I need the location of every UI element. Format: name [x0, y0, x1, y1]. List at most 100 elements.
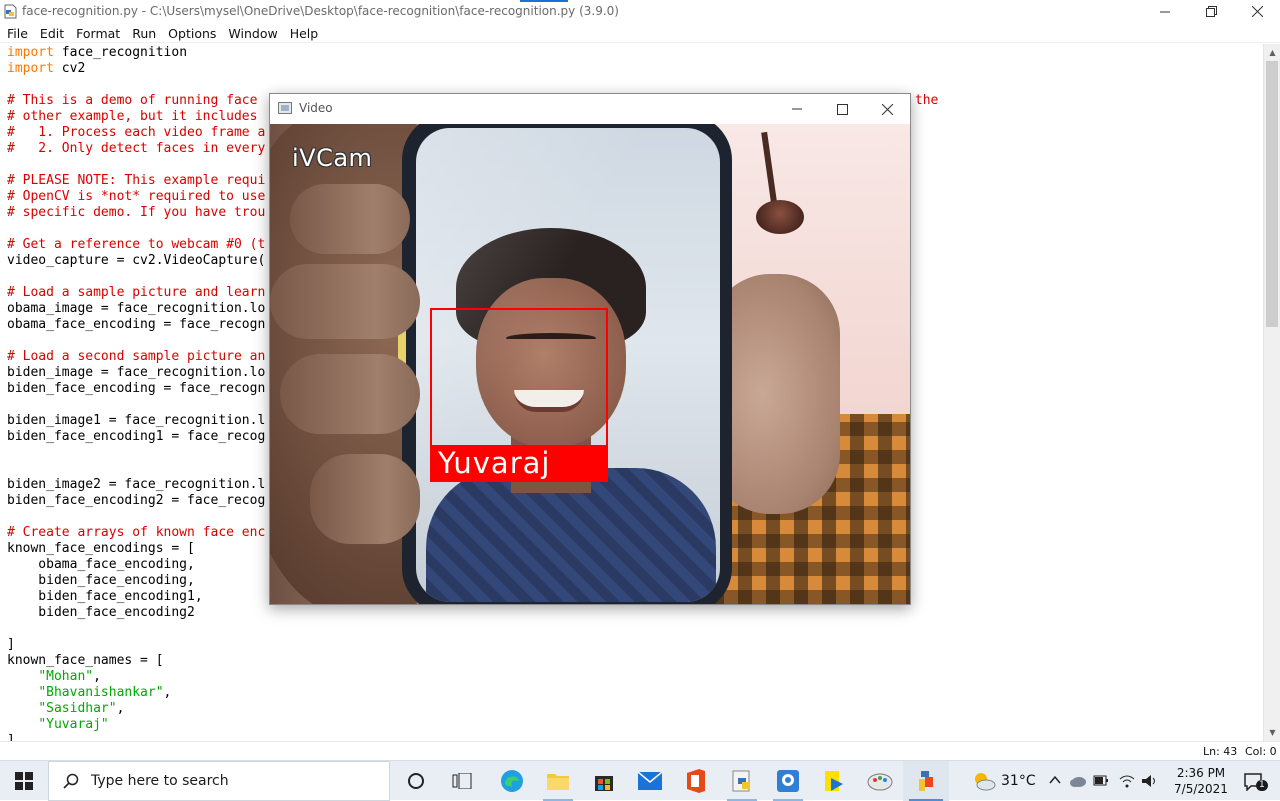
code-line: known_face_names = [ — [7, 653, 938, 669]
code-token: biden_image = face_recognition.lo — [7, 365, 266, 380]
folder-icon — [547, 774, 569, 790]
code-token: known_face_names = [ — [7, 653, 164, 668]
face-name-text: Yuvaraj — [438, 446, 551, 480]
close-icon — [1251, 6, 1263, 17]
vertical-scrollbar[interactable]: ▲ ▼ — [1263, 44, 1280, 741]
face-name-label: Yuvaraj — [430, 445, 608, 482]
code-line: biden_face_encoding2 — [7, 605, 938, 621]
code-comment: # PLEASE NOTE: This example requi — [7, 173, 266, 188]
sticky-notes-taskbar-app[interactable] — [811, 761, 857, 801]
onedrive-cloud-icon[interactable] — [1069, 773, 1087, 789]
volume-icon[interactable] — [1141, 773, 1159, 789]
video-title-bar[interactable]: Video — [270, 94, 910, 124]
clock-time: 2:36 PM — [1176, 766, 1226, 780]
ceiling-fan — [756, 200, 804, 234]
code-line: "Bhavanishankar", — [7, 685, 938, 701]
code-comment: # Create arrays of known face enc — [7, 525, 266, 540]
code-comment: # OpenCV is *not* required to use — [7, 189, 266, 204]
minimize-button[interactable] — [1142, 0, 1188, 23]
line-number: Ln: 43 — [1203, 745, 1238, 758]
restore-icon — [1205, 6, 1217, 17]
clock-date: 7/5/2021 — [1174, 782, 1228, 796]
code-token: , — [163, 685, 172, 700]
paint-taskbar-app[interactable] — [857, 761, 903, 801]
scroll-up-arrow-icon[interactable]: ▲ — [1264, 44, 1280, 61]
code-token: biden_image2 = face_recognition.l — [7, 477, 266, 492]
code-string: "Sasidhar" — [38, 701, 117, 716]
code-line: import face_recognition — [7, 45, 938, 61]
code-string: "Yuvaraj" — [38, 717, 109, 732]
code-token: , — [116, 701, 125, 716]
code-token: obama_image = face_recognition.lo — [7, 301, 266, 316]
mail-icon — [638, 772, 662, 790]
office-icon — [687, 769, 705, 793]
code-comment: # 2. Only detect faces in every — [7, 141, 266, 156]
task-view-button[interactable] — [439, 761, 485, 801]
mail-taskbar-app[interactable] — [627, 761, 673, 801]
code-token: obama_face_encoding, — [7, 557, 195, 572]
editor-title-bar: face-recognition.py - C:\Users\mysel\One… — [0, 0, 1280, 23]
close-button[interactable] — [1234, 0, 1280, 23]
window-title: face-recognition.py - C:\Users\mysel\One… — [22, 4, 619, 18]
code-comment: # specific demo. If you have trou — [7, 205, 266, 220]
edge-taskbar-app[interactable] — [489, 761, 535, 801]
menu-bar: File Edit Format Run Options Window Help — [0, 23, 1280, 43]
finger — [310, 454, 420, 544]
windows-logo-icon — [15, 772, 33, 790]
start-button[interactable] — [0, 761, 48, 801]
scroll-down-arrow-icon[interactable]: ▼ — [1264, 724, 1280, 741]
code-comment: # Load a sample picture and learn — [7, 285, 266, 300]
menu-edit[interactable]: Edit — [34, 24, 70, 41]
cortana-button[interactable] — [393, 761, 439, 801]
code-token: biden_face_encoding = face_recogn — [7, 381, 266, 396]
menu-help[interactable]: Help — [284, 24, 325, 41]
python-video-taskbar-app[interactable] — [903, 761, 949, 801]
code-token: ] — [7, 733, 15, 741]
file-explorer-taskbar-app[interactable] — [535, 761, 581, 801]
scroll-thumb[interactable] — [1266, 61, 1278, 327]
store-taskbar-app[interactable] — [581, 761, 627, 801]
temperature[interactable]: 31°C — [1001, 773, 1036, 789]
python-idle-icon — [732, 770, 750, 792]
menu-format[interactable]: Format — [70, 24, 126, 41]
code-token: ] — [7, 637, 15, 652]
python-file-icon — [4, 4, 17, 19]
menu-file[interactable]: File — [0, 24, 34, 41]
code-comment: # other example, but it includes — [7, 109, 266, 124]
code-token: biden_face_encoding1, — [7, 589, 203, 604]
video-window-title: Video — [299, 101, 333, 115]
column-number: Col: 0 — [1245, 745, 1277, 758]
menu-window[interactable]: Window — [222, 24, 283, 41]
video-maximize-button[interactable] — [819, 94, 865, 124]
menu-run[interactable]: Run — [126, 24, 162, 41]
status-bar: Ln: 43 Col: 0 — [0, 741, 1280, 760]
maximize-button[interactable] — [1188, 0, 1234, 23]
wifi-icon[interactable] — [1119, 773, 1135, 789]
video-window-icon — [278, 102, 292, 114]
chevron-up-icon[interactable] — [1049, 774, 1061, 786]
code-token: biden_face_encoding, — [7, 573, 195, 588]
code-token: obama_face_encoding = face_recogn — [7, 317, 266, 332]
weather-cloudy-sun-icon[interactable] — [971, 770, 997, 792]
code-line: "Sasidhar", — [7, 701, 938, 717]
python-idle-taskbar-app[interactable] — [719, 761, 765, 801]
office-taskbar-app[interactable] — [673, 761, 719, 801]
taskbar-search-box[interactable]: Type here to search — [48, 761, 390, 801]
webcam-icon — [777, 770, 799, 792]
battery-icon[interactable] — [1093, 774, 1109, 787]
video-minimize-button[interactable] — [774, 94, 820, 124]
finger — [270, 264, 420, 339]
search-icon — [63, 773, 79, 789]
finger — [280, 354, 420, 434]
edge-icon — [501, 770, 523, 792]
close-icon — [881, 103, 893, 115]
code-token: cv2 — [53, 61, 86, 76]
code-string: "Mohan" — [38, 669, 94, 684]
code-line: "Yuvaraj" — [7, 717, 938, 733]
clock[interactable]: 2:36 PM 7/5/2021 — [1172, 765, 1230, 797]
webcam-taskbar-app[interactable] — [765, 761, 811, 801]
menu-options[interactable]: Options — [162, 24, 222, 41]
video-close-button[interactable] — [864, 94, 910, 124]
